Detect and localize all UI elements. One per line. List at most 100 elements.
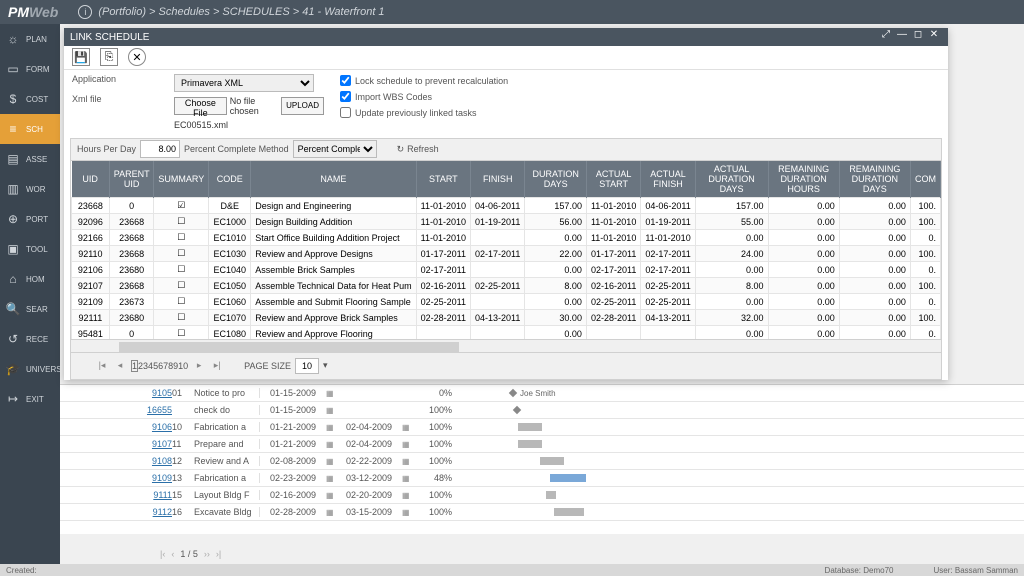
column-header[interactable]: REMAINING DURATION HOURS xyxy=(768,161,839,198)
task-id-link[interactable]: 16655 xyxy=(138,405,172,415)
refresh-button[interactable]: ↻Refresh xyxy=(397,144,439,155)
column-header[interactable]: SUMMARY xyxy=(154,161,209,198)
gantt-row[interactable]: 910610Fabrication a01-21-2009▦02-04-2009… xyxy=(60,419,1024,436)
upload-button[interactable]: UPLOAD xyxy=(281,97,324,115)
sidebar-icon: ≡ xyxy=(6,122,20,136)
gantt-row[interactable]: 16655check do01-15-2009▦100% xyxy=(60,402,1024,419)
table-row[interactable]: 9209623668☐EC1000Design Building Additio… xyxy=(72,214,941,230)
sidebar-item-form[interactable]: ▭FORM xyxy=(0,54,60,84)
delete-icon[interactable]: ✕ xyxy=(128,48,146,66)
table-row[interactable]: 9211123680☐EC1070Review and Approve Bric… xyxy=(72,310,941,326)
gantt-row[interactable]: 910812Review and A02-08-2009▦02-22-2009▦… xyxy=(60,453,1024,470)
sidebar-item-plan[interactable]: ☼PLAN xyxy=(0,24,60,54)
sidebar-label: SCH xyxy=(26,125,43,134)
status-bar: Created: Database: Demo70 User: Bassam S… xyxy=(0,564,1024,576)
link-schedule-dialog: LINK SCHEDULE ⤢ — ◻ ✕ 💾 ⎘ ✕ Application … xyxy=(64,28,948,380)
pager-next-icon[interactable]: ▸ xyxy=(192,360,206,371)
sidebar-label: COST xyxy=(26,95,48,104)
table-row[interactable]: 9211023668☐EC1030Review and Approve Desi… xyxy=(72,246,941,262)
column-header[interactable]: ACTUAL START xyxy=(586,161,640,198)
choose-file-button[interactable]: Choose File xyxy=(174,97,227,115)
task-id-link[interactable]: 9111 xyxy=(138,490,172,500)
column-header[interactable]: CODE xyxy=(209,161,251,198)
sidebar-item-university[interactable]: 🎓UNIVERSITY xyxy=(0,354,60,384)
table-row[interactable]: 9210723668☐EC1050Assemble Technical Data… xyxy=(72,278,941,294)
scrollbar-thumb[interactable] xyxy=(119,342,459,352)
dialog-titlebar[interactable]: LINK SCHEDULE ⤢ — ◻ ✕ xyxy=(64,28,948,46)
gantt-row[interactable]: 910711Prepare and01-21-2009▦02-04-2009▦1… xyxy=(60,436,1024,453)
sidebar-item-tool[interactable]: ▣TOOL xyxy=(0,234,60,264)
table-row[interactable]: 954810☐EC1080Review and Approve Flooring… xyxy=(72,326,941,340)
bg-pager-last-icon[interactable]: ›| xyxy=(216,549,221,559)
gantt-row[interactable]: 910501Notice to pro01-15-2009▦0%Joe Smit… xyxy=(60,385,1024,402)
column-header[interactable]: COM xyxy=(910,161,940,198)
pager-page[interactable]: 10 xyxy=(178,361,188,371)
pager-page[interactable]: 1 xyxy=(131,360,138,372)
table-row[interactable]: 9210623680☐EC1040Assemble Brick Samples0… xyxy=(72,262,941,278)
import-wbs-checkbox[interactable] xyxy=(340,91,351,102)
percent-complete-method-select[interactable]: Percent Complete xyxy=(293,140,377,158)
bg-pager-prev-icon[interactable]: ‹ xyxy=(171,549,174,559)
maximize-icon[interactable]: ◻ xyxy=(910,29,926,45)
application-label: Application xyxy=(72,74,168,84)
minimize-icon[interactable]: — xyxy=(894,29,910,45)
column-header[interactable]: UID xyxy=(72,161,110,198)
task-id-link[interactable]: 9112 xyxy=(138,507,172,517)
column-header[interactable]: NAME xyxy=(251,161,416,198)
sidebar-item-cost[interactable]: $COST xyxy=(0,84,60,114)
pager-first-icon[interactable]: |◂ xyxy=(95,360,109,371)
sidebar-label: PORT xyxy=(26,215,48,224)
column-header[interactable]: ACTUAL DURATION DAYS xyxy=(695,161,768,198)
page-size-dropdown-icon[interactable]: ▾ xyxy=(323,360,328,371)
task-id-link[interactable]: 9107 xyxy=(138,439,172,449)
pager-last-icon[interactable]: ▸| xyxy=(210,360,224,371)
task-id-link[interactable]: 9108 xyxy=(138,456,172,466)
column-header[interactable]: PARENT UID xyxy=(109,161,154,198)
page-size-input[interactable] xyxy=(295,358,319,374)
column-header[interactable]: FINISH xyxy=(471,161,525,198)
sidebar-item-rece[interactable]: ↺RECE xyxy=(0,324,60,354)
grid-horizontal-scrollbar[interactable] xyxy=(70,340,942,353)
task-id-link[interactable]: 9109 xyxy=(138,473,172,483)
task-id-link[interactable]: 9105 xyxy=(138,388,172,398)
bg-pager-next-icon[interactable]: ›› xyxy=(204,549,210,559)
update-linked-checkbox[interactable] xyxy=(340,107,351,118)
sidebar-item-wor[interactable]: ▥WOR xyxy=(0,174,60,204)
column-header[interactable]: START xyxy=(416,161,470,198)
hours-per-day-input[interactable] xyxy=(140,140,180,158)
bg-pager-first-icon[interactable]: |‹ xyxy=(160,549,165,559)
column-header[interactable]: ACTUAL FINISH xyxy=(641,161,695,198)
application-select[interactable]: Primavera XML xyxy=(174,74,314,92)
lock-schedule-checkbox[interactable] xyxy=(340,75,351,86)
sidebar-icon: ▤ xyxy=(6,152,20,166)
table-row[interactable]: 236680☑D&EDesign and Engineering11-01-20… xyxy=(72,198,941,214)
table-row[interactable]: 9210923673☐EC1060Assemble and Submit Flo… xyxy=(72,294,941,310)
background-pager[interactable]: |‹ ‹ 1 / 5 ›› ›| xyxy=(60,544,321,564)
gantt-row[interactable]: 911115Layout Bldg F02-16-2009▦02-20-2009… xyxy=(60,487,1024,504)
form-area: Application Xml file Primavera XML Choos… xyxy=(64,70,948,134)
sidebar-item-port[interactable]: ⊕PORT xyxy=(0,204,60,234)
sidebar-item-asse[interactable]: ▤ASSE xyxy=(0,144,60,174)
new-icon[interactable]: ⎘ xyxy=(100,48,118,66)
percent-complete-method-label: Percent Complete Method xyxy=(184,144,289,154)
sidebar-item-sear[interactable]: 🔍SEAR xyxy=(0,294,60,324)
column-header[interactable]: REMAINING DURATION DAYS xyxy=(839,161,910,198)
gantt-row[interactable]: 910913Fabrication a02-23-2009▦03-12-2009… xyxy=(60,470,1024,487)
task-id-link[interactable]: 9106 xyxy=(138,422,172,432)
schedule-grid[interactable]: UIDPARENT UIDSUMMARYCODENAMESTARTFINISHD… xyxy=(70,161,942,340)
breadcrumb[interactable]: i(Portfolio) > Schedules > SCHEDULES > 4… xyxy=(78,5,384,19)
column-header[interactable]: DURATION DAYS xyxy=(525,161,587,198)
save-icon[interactable]: 💾 xyxy=(72,48,90,66)
sidebar-item-sch[interactable]: ≡ SCH xyxy=(0,114,60,144)
close-icon[interactable]: ✕ xyxy=(926,29,942,45)
pager-prev-icon[interactable]: ◂ xyxy=(113,360,127,371)
gantt-row[interactable]: 911216Excavate Bldg02-28-2009▦03-15-2009… xyxy=(60,504,1024,521)
bg-pager-text: 1 / 5 xyxy=(180,549,198,559)
sidebar-item-exit[interactable]: ↦EXIT xyxy=(0,384,60,414)
uploaded-filename: EC00515.xml xyxy=(174,120,324,130)
sidebar-item-hom[interactable]: ⌂HOM xyxy=(0,264,60,294)
no-file-text: No file chosen xyxy=(230,96,278,116)
info-icon[interactable]: i xyxy=(78,5,92,19)
table-row[interactable]: 9216623668☐EC1010Start Office Building A… xyxy=(72,230,941,246)
pin-icon[interactable]: ⤢ xyxy=(878,29,894,45)
